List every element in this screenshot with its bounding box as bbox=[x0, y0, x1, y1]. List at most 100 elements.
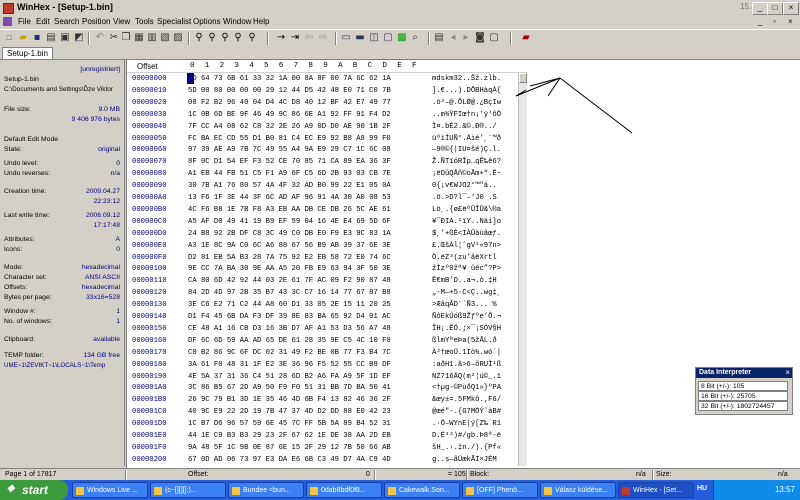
hex-row-text[interactable]: ..m¾ŸFIœ†n¡’ÿ‘ôÒ bbox=[432, 109, 501, 121]
hex-row-text[interactable]: Ž.ÑTïóRÎp…qÊ‰ê6? bbox=[432, 156, 501, 168]
find-hex-icon[interactable]: ⚲ bbox=[206, 32, 218, 44]
hex-row-bytes[interactable]: A5 AF D0 49 41 19 B9 EF 59 04 16 4E E4 6… bbox=[188, 216, 391, 228]
hex-row[interactable]: 00000140 D1 F4 45 6B DA F3 DF 39 8E 83 BA… bbox=[127, 311, 527, 323]
hex-row[interactable]: 00000040 7F CC A4 08 62 C8 32 2E 26 A9 0D… bbox=[127, 121, 527, 133]
hex-row-text[interactable]: <†µg-©PùðQ1»}ºPA bbox=[432, 382, 501, 394]
hex-row[interactable]: 00000130 3E C6 E2 71 C2 44 A8 60 D1 33 05… bbox=[127, 299, 527, 311]
hex-row-bytes[interactable]: 5D 00 80 00 00 00 29 12 44 D5 42 48 E0 7… bbox=[188, 85, 391, 97]
hex-row-text[interactable]: ÎH¡.ËÓ.;×¯¡SÓV§H bbox=[432, 323, 501, 335]
hex-row-text[interactable]: À²†œoÜ.1Iò¾.wó´| bbox=[432, 347, 501, 359]
mdi-close-button[interactable]: × bbox=[788, 17, 793, 26]
hex-row-bytes[interactable]: CE 48 A1 16 CB D3 16 3B D7 AF A1 53 D3 5… bbox=[188, 323, 391, 335]
menu-edit[interactable]: Edit bbox=[36, 17, 50, 26]
hex-row-bytes[interactable]: 7F CC A4 08 62 C8 32 2E 26 A9 0D D0 AE 9… bbox=[188, 121, 391, 133]
hex-row[interactable]: 00000090 30 7B A1 76 80 57 4A 4F 32 AD B0… bbox=[127, 180, 527, 192]
hex-row[interactable]: 000001B0 26 9C 79 B1 3D 1E 35 46 4D 6B F4… bbox=[127, 394, 527, 406]
fill-block-icon[interactable]: ◫ bbox=[368, 32, 380, 44]
hex-row[interactable]: 000000C0 A5 AF D0 49 41 19 B9 EF 59 04 16… bbox=[127, 216, 527, 228]
window-icon[interactable]: ▢ bbox=[488, 32, 500, 44]
menu-search[interactable]: Search bbox=[54, 17, 79, 26]
mdi-minimize-button[interactable]: _ bbox=[758, 17, 762, 26]
hex-row[interactable]: 000000B0 4C F6 B8 1E 7B F8 A3 EB AA DB CE… bbox=[127, 204, 527, 216]
maximize-button[interactable]: □ bbox=[767, 2, 783, 15]
vertical-scrollbar[interactable] bbox=[518, 73, 527, 466]
paste-block-icon[interactable]: ▧ bbox=[159, 32, 171, 44]
hex-row-text[interactable]: šH_.›.‡n./).{Pf« bbox=[432, 442, 501, 454]
hex-row-bytes[interactable]: 3C 86 B5 67 2D A9 50 F9 F0 51 31 BB 7D B… bbox=[188, 382, 391, 394]
find-text-icon[interactable]: ⚲ bbox=[193, 32, 205, 44]
hex-row[interactable]: 00000070 8F 0C D1 54 EF F3 52 CE 70 85 71… bbox=[127, 156, 527, 168]
hex-row[interactable]: 000001F0 9A 48 5F 1C 9B 0E 87 6E 15 2F 29… bbox=[127, 442, 527, 454]
taskbar-item-chat[interactable]: (c~[][][]:)... bbox=[150, 482, 226, 498]
data-interpreter-close-button[interactable]: × bbox=[785, 368, 790, 378]
hex-row-text[interactable]: Ò.ëZ³(zu’âëXrtl bbox=[432, 252, 497, 264]
mdi-restore-button[interactable]: ▫ bbox=[773, 17, 776, 26]
open-folder-icon[interactable]: ▰ bbox=[17, 32, 29, 44]
menu-options[interactable]: Options bbox=[193, 17, 221, 26]
hex-row-text[interactable]: .ö.>D?l­¯–‘J0 .S bbox=[432, 192, 497, 204]
hex-row-text[interactable]: Ê€mB’D..a¬.ò.‡H bbox=[432, 275, 497, 287]
replace-hex-icon[interactable]: ⚲ bbox=[232, 32, 244, 44]
undo-icon[interactable]: ↶ bbox=[94, 32, 106, 44]
hex-row[interactable]: 00000020 08 F2 B2 96 40 04 D4 4C D8 40 12… bbox=[127, 97, 527, 109]
hex-row[interactable]: 00000170 C0 B2 86 9C 6F DC 02 31 49 F2 BE… bbox=[127, 347, 527, 359]
menu-position[interactable]: Position bbox=[82, 17, 110, 26]
tab-setup-1-bin[interactable]: Setup-1.bin bbox=[2, 47, 53, 59]
hex-row-bytes[interactable]: A1 EB 44 FB 51 C5 F1 A9 6F C5 6D 2B 93 0… bbox=[188, 168, 391, 180]
hex-row-text[interactable]: ¡ëDûQÅñ©oÅm+“.Ë~ bbox=[432, 168, 501, 180]
start-button[interactable]: ❖ start bbox=[0, 480, 68, 500]
hex-row[interactable]: 00000100 9E CC 7A BA 30 9E AA A5 20 FB E9… bbox=[127, 263, 527, 275]
hex-row-bytes[interactable]: 1C 0B 6D BE 9F 46 49 9C 86 6E A1 92 FF 9… bbox=[188, 109, 391, 121]
taskbar-item-windows-live[interactable]: Windows Live ... bbox=[72, 482, 148, 498]
hex-row-text[interactable]: —9®©{|IU¤šé)Ç.l. bbox=[432, 144, 501, 156]
hex-row-text[interactable]: >ÆâqÂD¨`Ñ3... % bbox=[432, 299, 497, 311]
camera-icon[interactable]: ◙ bbox=[474, 32, 486, 44]
hex-row[interactable]: 00000190 4E 5A 37 31 36 C4 51 28 6D B2 A6… bbox=[127, 371, 527, 383]
hex-row-bytes[interactable]: D2 81 EB 5A B3 28 7A 75 92 E2 EB 58 72 E… bbox=[188, 252, 391, 264]
hex-row-text[interactable]: Ì¤.bÈ2.&©.Ð®../ bbox=[432, 121, 497, 133]
hex-row-text[interactable]: .ò²–@.ÔLØ@.¿BçIw bbox=[432, 97, 501, 109]
hex-row-bytes[interactable]: 6D 64 73 6B 61 33 32 1A 00 8A 8F 00 7A 6… bbox=[188, 73, 391, 85]
close-button[interactable]: × bbox=[783, 2, 799, 15]
hex-row-bytes[interactable]: 97 39 AE A9 7B 7C 49 55 A4 9A E9 29 C7 1… bbox=[188, 144, 391, 156]
hex-row-bytes[interactable]: 84 2D 4D 97 2B 35 B7 43 3C C7 16 14 77 6… bbox=[188, 287, 391, 299]
new-file-icon[interactable]: ▫ bbox=[3, 32, 15, 44]
hex-row-text[interactable]: .·Ö–WYnE|ÿ[Z‰´R1 bbox=[432, 418, 501, 430]
options-icon[interactable]: ▤ bbox=[433, 32, 445, 44]
scrollbar-thumb[interactable] bbox=[519, 73, 527, 83]
disk-icon[interactable]: ▭ bbox=[340, 32, 352, 44]
goto-page-icon[interactable]: ⇥ bbox=[289, 32, 301, 44]
hex-row-bytes[interactable]: 3E C6 E2 71 C2 44 A8 60 D1 33 05 2E 15 1… bbox=[188, 299, 391, 311]
hex-row-text[interactable]: @œé"-.{G7MÒÝˆàB# bbox=[432, 406, 501, 418]
hex-row-text[interactable]: :aðH1.â>6–õRUÌ¹ß bbox=[432, 359, 501, 371]
copy-icon[interactable]: ❐ bbox=[120, 32, 132, 44]
hex-row-bytes[interactable]: DF 6C 6D 59 AA AD 65 DE 61 28 35 9E C5 4… bbox=[188, 335, 391, 347]
hex-row[interactable]: 00000080 A1 EB 44 FB 51 C5 F1 A9 6F C5 6D… bbox=[127, 168, 527, 180]
help-book-icon[interactable]: ▰ bbox=[520, 32, 532, 44]
taskbar-item-reply[interactable]: Válasz küldése... bbox=[540, 482, 616, 498]
clipboard-icon[interactable]: ▨ bbox=[172, 32, 184, 44]
hex-row-text[interactable]: $¸’+ßÈ<IÀÛàùãœƒ. bbox=[432, 228, 501, 240]
hex-row[interactable]: 00000160 DF 6C 6D 59 AA AD 65 DE 61 28 35… bbox=[127, 335, 527, 347]
back-icon[interactable]: ⇦ bbox=[303, 32, 315, 44]
hex-row-bytes[interactable]: 8F 0C D1 54 EF F3 52 CE 70 85 71 CA 89 E… bbox=[188, 156, 391, 168]
taskbar-item-phenom[interactable]: [OFF] Phenö... bbox=[462, 482, 538, 498]
hex-row[interactable]: 000001C0 40 9C E9 22 2D 19 7B 47 37 4D D2… bbox=[127, 406, 527, 418]
menu-specialist[interactable]: Specialist bbox=[157, 17, 191, 26]
hex-row-text[interactable]: mdskm32..Šž.zlb. bbox=[432, 73, 501, 85]
cut-icon[interactable]: ✂ bbox=[108, 32, 120, 44]
hex-row-bytes[interactable]: FC BA EC CD 55 D1 B0 81 C4 EC E9 92 B8 A… bbox=[188, 133, 391, 145]
hex-row[interactable]: 00000150 CE 48 A1 16 CB D3 16 3B D7 AF A1… bbox=[127, 323, 527, 335]
hex-row[interactable]: 00000200 67 0D AD 06 73 97 E3 DA E6 6B C3… bbox=[127, 454, 527, 466]
taskbar-item-bundee[interactable]: Bundee <bun... bbox=[228, 482, 304, 498]
hex-row[interactable]: 00000060 97 39 AE A9 7B 7C 49 55 A4 9A E9… bbox=[127, 144, 527, 156]
hex-editor[interactable]: Offset 0 1 2 3 4 5 6 7 8 9 A B C D E F 00000000 6D 64 73… bbox=[126, 60, 527, 468]
hex-row[interactable]: 00000030 1C 0B 6D BE 9F 46 49 9C 86 6E A1… bbox=[127, 109, 527, 121]
hex-row-bytes[interactable]: 40 9C E9 22 2D 19 7B 47 37 4D D2 DD 88 E… bbox=[188, 406, 391, 418]
replace-text-icon[interactable]: ⚲ bbox=[219, 32, 231, 44]
hex-row-text[interactable]: žÌzº0žª¥ ûéc”?P> bbox=[432, 263, 501, 275]
properties-icon[interactable]: ▣ bbox=[59, 32, 71, 44]
save-icon[interactable]: ▪ bbox=[31, 32, 43, 44]
hash-icon[interactable]: ▩ bbox=[396, 32, 408, 44]
hex-row-bytes[interactable]: 4E 5A 37 31 36 C4 51 28 6D B2 A6 FA A9 5… bbox=[188, 371, 391, 383]
